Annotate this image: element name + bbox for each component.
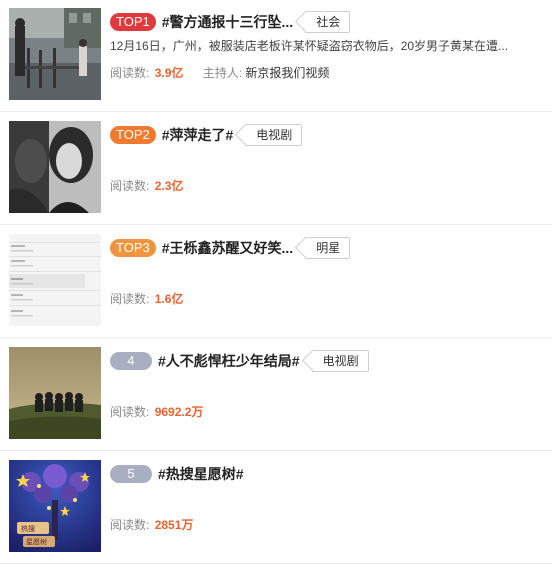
list-item[interactable]: TOP1 #警方通报十三行坠... 社会 12月16日，广州，被服装店老板许某怀… xyxy=(0,0,552,112)
phone-screenshot-image xyxy=(9,234,101,326)
read-count-value: 1.6亿 xyxy=(154,292,184,306)
topic-title[interactable]: #王栎鑫苏醒又好笑... xyxy=(162,238,293,258)
thumbnail-street-scene[interactable] xyxy=(9,8,101,100)
sign-text-2: 星愿树 xyxy=(26,537,47,546)
topic-meta: 阅读数: 2851万 xyxy=(110,516,193,533)
topic-meta: 阅读数: 2.3亿 xyxy=(110,177,183,194)
topic-meta: 阅读数: 9692.2万 xyxy=(110,403,203,420)
rank-badge: 4 xyxy=(110,352,152,370)
list-item[interactable]: TOP2 #萍萍走了# 电视剧 阅读数: 2.3亿 xyxy=(0,113,552,225)
item-header: TOP3 #王栎鑫苏醒又好笑... 明星 xyxy=(110,236,351,260)
hot-topic-list: TOP1 #警方通报十三行坠... 社会 12月16日，广州，被服装店老板许某怀… xyxy=(0,0,552,565)
item-header: 4 #人不彪悍枉少年结局# 电视剧 xyxy=(110,349,369,373)
read-count-label: 阅读数: xyxy=(110,66,150,80)
street-scene-image xyxy=(9,8,101,100)
list-item[interactable]: TOP3 #王栎鑫苏醒又好笑... 明星 阅读数: 1.6亿 xyxy=(0,226,552,338)
read-count-label: 阅读数: xyxy=(110,292,150,306)
read-count-label: 阅读数: xyxy=(110,405,150,419)
wish-tree-image: 热搜 星愿树 xyxy=(9,460,101,552)
category-tag[interactable]: 社会 xyxy=(305,11,351,33)
category-tag-label: 社会 xyxy=(316,15,341,29)
host-name[interactable]: 新京报我们视频 xyxy=(245,66,329,80)
item-header: TOP1 #警方通报十三行坠... 社会 xyxy=(110,10,351,34)
read-count-value: 3.9亿 xyxy=(154,66,184,80)
category-tag-label: 明星 xyxy=(316,241,341,255)
sign-text-1: 热搜 xyxy=(21,524,35,533)
rank-badge: 5 xyxy=(110,465,152,483)
rank-badge: TOP1 xyxy=(110,13,156,31)
topic-description: 12月16日，广州，被服装店老板许某怀疑盗窃衣物后，20岁男子黄某在遭... xyxy=(110,39,509,53)
topic-meta: 阅读数: 1.6亿 xyxy=(110,290,183,307)
read-count-value: 2851万 xyxy=(154,518,194,532)
topic-meta: 阅读数: 3.9亿 主持人: 新京报我们视频 xyxy=(110,64,329,81)
rank-badge: TOP3 xyxy=(110,239,156,257)
thumbnail-tv-still[interactable] xyxy=(9,121,101,213)
topic-title[interactable]: #人不彪悍枉少年结局# xyxy=(158,351,300,371)
category-tag[interactable]: 电视剧 xyxy=(245,124,303,146)
topic-title[interactable]: #萍萍走了# xyxy=(162,125,234,145)
category-tag[interactable]: 电视剧 xyxy=(311,350,369,372)
thumbnail-wish-tree[interactable]: 热搜 星愿树 xyxy=(9,460,101,552)
read-count-label: 阅读数: xyxy=(110,179,150,193)
category-tag[interactable]: 明星 xyxy=(305,237,351,259)
topic-title[interactable]: #警方通报十三行坠... xyxy=(162,12,293,32)
category-tag-label: 电视剧 xyxy=(322,354,359,368)
thumbnail-phone-screenshot[interactable] xyxy=(9,234,101,326)
list-item[interactable]: 热搜 星愿树 5 #热搜星愿树# 阅读数: 2851万 xyxy=(0,452,552,564)
thumbnail-sunset-group[interactable] xyxy=(9,347,101,439)
sunset-group-image xyxy=(9,347,101,439)
item-header: TOP2 #萍萍走了# 电视剧 xyxy=(110,123,303,147)
category-tag-label: 电视剧 xyxy=(256,128,293,142)
topic-title[interactable]: #热搜星愿树# xyxy=(158,464,244,484)
read-count-label: 阅读数: xyxy=(110,518,150,532)
list-item[interactable]: 4 #人不彪悍枉少年结局# 电视剧 阅读数: 9692.2万 xyxy=(0,339,552,451)
tv-still-image xyxy=(9,121,101,213)
host-label: 主持人: xyxy=(202,66,243,80)
item-header: 5 #热搜星愿树# xyxy=(110,462,244,486)
read-count-value: 2.3亿 xyxy=(154,179,184,193)
read-count-value: 9692.2万 xyxy=(154,405,204,419)
rank-badge: TOP2 xyxy=(110,126,156,144)
